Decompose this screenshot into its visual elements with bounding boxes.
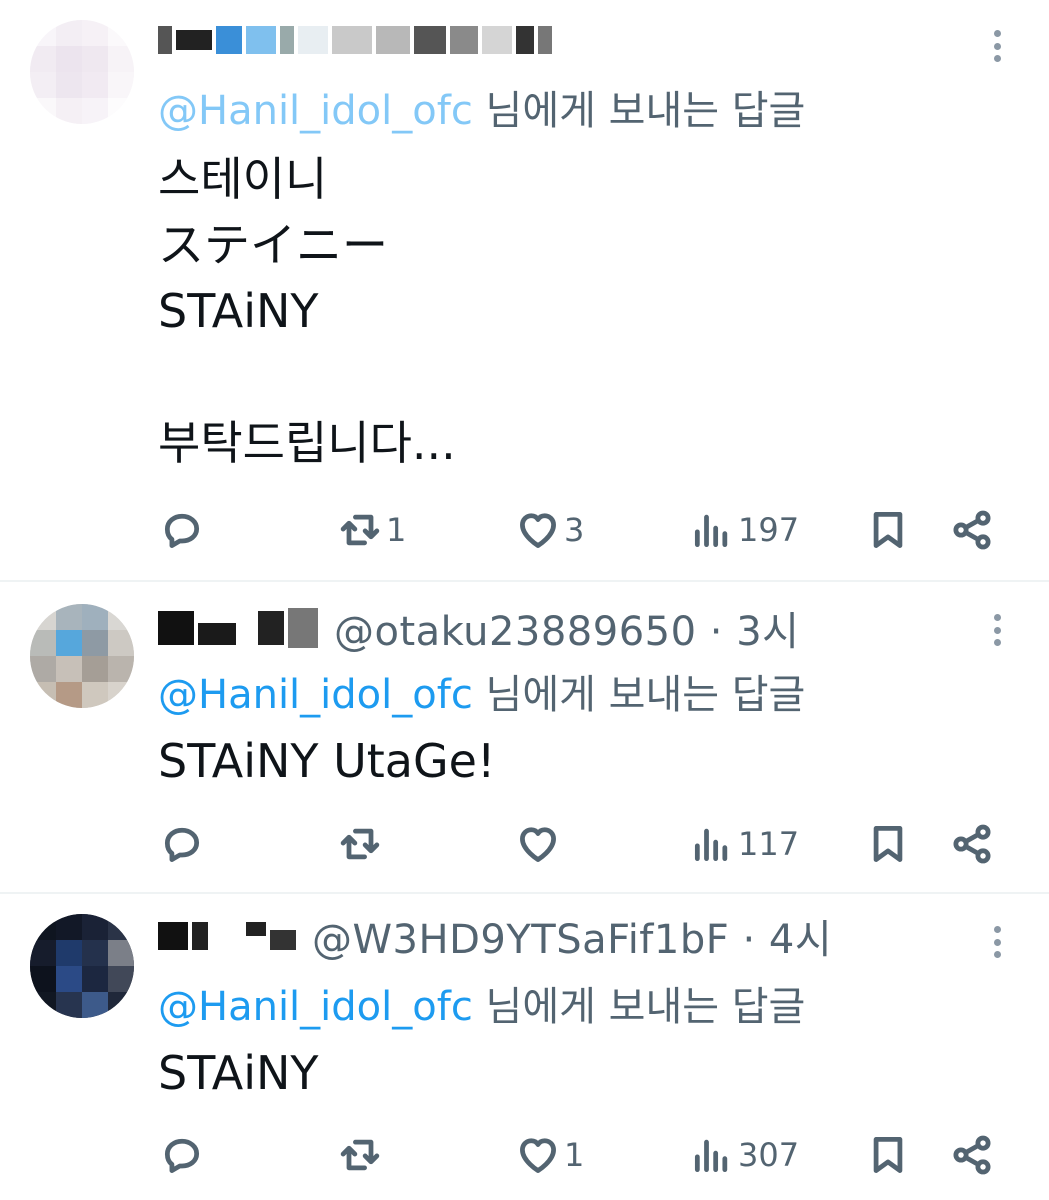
handle-and-time[interactable]: @otaku23889650 · 3시 xyxy=(334,599,799,657)
views-icon xyxy=(694,514,728,548)
views-button[interactable]: 117 xyxy=(690,819,799,869)
like-button[interactable] xyxy=(516,819,564,869)
tweet-actions: 1 3 197 xyxy=(0,505,1049,555)
share-button[interactable] xyxy=(950,1130,994,1180)
views-icon xyxy=(694,828,728,862)
retweet-button[interactable] xyxy=(338,819,386,869)
like-button[interactable]: 1 xyxy=(516,1130,584,1180)
reply-suffix: 님에게 보내는 답글 xyxy=(472,672,806,718)
tweet-1[interactable]: @Hanil_idol_ofc 님에게 보내는 답글 스테이니 ステイニー ST… xyxy=(0,0,1049,580)
reply-icon xyxy=(164,827,200,862)
bookmark-button[interactable] xyxy=(866,505,910,555)
bookmark-button[interactable] xyxy=(866,1130,910,1180)
reply-mention-link[interactable]: @Hanil_idol_ofc xyxy=(158,984,473,1030)
reply-suffix: 님에게 보내는 답글 xyxy=(472,88,806,134)
tweet-body: STAiNY UtaGe! xyxy=(158,734,496,788)
reply-context: @Hanil_idol_ofc 님에게 보내는 답글 xyxy=(158,78,805,136)
reply-context: @Hanil_idol_ofc 님에게 보내는 답글 xyxy=(158,974,805,1032)
handle-and-time[interactable]: @W3HD9YTSaFif1bF · 4시 xyxy=(312,907,832,965)
like-count: 3 xyxy=(564,511,585,549)
reply-context: @Hanil_idol_ofc 님에게 보내는 답글 xyxy=(158,662,805,720)
bookmark-icon xyxy=(873,826,903,862)
tweet-header: @W3HD9YTSaFif1bF · 4시 xyxy=(158,907,832,965)
retweet-button[interactable] xyxy=(338,1130,386,1180)
like-icon xyxy=(520,1138,556,1173)
tweet-header xyxy=(158,14,568,66)
retweet-icon xyxy=(340,514,380,546)
retweet-button[interactable]: 1 xyxy=(338,505,406,555)
avatar[interactable] xyxy=(30,914,134,1018)
avatar[interactable] xyxy=(30,20,134,124)
share-icon xyxy=(953,1135,991,1175)
censored-display-name xyxy=(158,608,318,648)
views-icon xyxy=(694,1139,728,1173)
like-count: 1 xyxy=(564,1136,585,1174)
like-icon xyxy=(520,513,556,548)
bookmark-icon xyxy=(873,1137,903,1173)
avatar[interactable] xyxy=(30,604,134,708)
bookmark-button[interactable] xyxy=(866,819,910,869)
share-icon xyxy=(953,510,991,550)
reply-button[interactable] xyxy=(160,505,208,555)
retweet-count: 1 xyxy=(386,511,407,549)
reply-mention-link[interactable]: @Hanil_idol_ofc xyxy=(158,672,473,718)
more-icon[interactable] xyxy=(985,922,1009,962)
share-icon xyxy=(953,824,991,864)
tweet-2[interactable]: @otaku23889650 · 3시 @Hanil_idol_ofc 님에게 … xyxy=(0,582,1049,892)
like-button[interactable]: 3 xyxy=(516,505,584,555)
retweet-icon xyxy=(340,828,380,860)
tweet-body: STAiNY xyxy=(158,1046,319,1100)
reply-suffix: 님에게 보내는 답글 xyxy=(472,984,806,1030)
reply-mention-link[interactable]: @Hanil_idol_ofc xyxy=(158,88,473,134)
bookmark-icon xyxy=(873,512,903,548)
tweet-actions: 117 xyxy=(0,819,1049,869)
views-count: 307 xyxy=(738,1136,800,1174)
censored-display-name xyxy=(158,26,552,54)
more-icon[interactable] xyxy=(985,26,1009,66)
views-button[interactable]: 197 xyxy=(690,505,799,555)
views-count: 197 xyxy=(738,511,800,549)
censored-display-name xyxy=(158,922,296,950)
views-button[interactable]: 307 xyxy=(690,1130,799,1180)
tweet-actions: 1 307 xyxy=(0,1130,1049,1180)
reply-icon xyxy=(164,1138,200,1173)
like-icon xyxy=(520,827,556,862)
share-button[interactable] xyxy=(950,819,994,869)
reply-button[interactable] xyxy=(160,1130,208,1180)
tweet-3[interactable]: @W3HD9YTSaFif1bF · 4시 @Hanil_idol_ofc 님에… xyxy=(0,894,1049,1200)
more-icon[interactable] xyxy=(985,610,1009,650)
views-count: 117 xyxy=(738,825,800,863)
share-button[interactable] xyxy=(950,505,994,555)
tweet-header: @otaku23889650 · 3시 xyxy=(158,599,799,657)
tweet-body: 스테이니 ステイニー STAiNY 부탁드립니다... xyxy=(158,152,456,470)
reply-button[interactable] xyxy=(160,819,208,869)
retweet-icon xyxy=(340,1139,380,1171)
reply-icon xyxy=(164,513,200,548)
